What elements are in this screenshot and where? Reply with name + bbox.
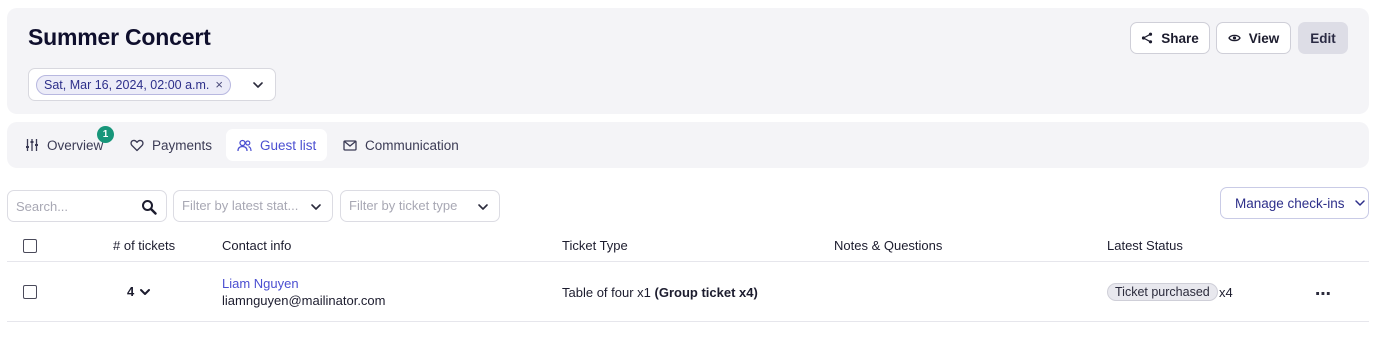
tab-guest-list-label: Guest list [260,137,317,153]
status-badge: Ticket purchased [1107,283,1218,301]
eye-icon [1227,34,1241,42]
ticket-type-filter-dropdown[interactable]: Filter by ticket type [340,190,500,222]
status-count: x4 [1219,285,1233,300]
view-button[interactable]: View [1216,22,1291,54]
column-contact-info[interactable]: Contact info [222,238,291,253]
table-row[interactable]: 4 Liam Nguyen liamnguyen@mailinator.com … [7,262,1369,322]
select-all-checkbox[interactable] [23,239,37,253]
chevron-down-icon [140,288,151,295]
date-chip[interactable]: Sat, Mar 16, 2024, 02:00 a.m. × [36,75,231,95]
column-latest-status[interactable]: Latest Status [1107,238,1183,253]
more-options-icon[interactable]: ⋯ [1315,284,1332,304]
tab-payments-label: Payments [152,137,213,153]
search-icon[interactable] [141,199,157,215]
search-input[interactable] [16,191,136,221]
ticket-type: Table of four x1 (Group ticket x4) [562,285,758,300]
chevron-down-icon [1354,200,1365,206]
event-header: Summer Concert Sat, Mar 16, 2024, 02:00 … [7,8,1369,114]
share-button[interactable]: Share [1130,22,1210,54]
column-notes[interactable]: Notes & Questions [834,238,942,253]
edit-button[interactable]: Edit [1298,22,1348,54]
share-icon [1142,32,1153,44]
mail-icon [343,139,357,151]
ticket-count: 4 [127,284,135,299]
ticket-filter-placeholder: Filter by ticket type [349,198,458,213]
date-chip-label: Sat, Mar 16, 2024, 02:00 a.m. [44,78,210,92]
overview-notification-badge: 1 [97,126,114,143]
edit-label: Edit [1310,30,1336,46]
chevron-down-icon [478,204,488,210]
share-label: Share [1161,30,1199,46]
row-checkbox[interactable] [23,285,37,299]
event-title: Summer Concert [28,24,211,50]
manage-check-ins-button[interactable]: Manage check-ins [1220,187,1369,219]
ticket-count-toggle[interactable]: 4 [127,284,152,299]
tab-bar: Overview Payments Guest list Communicati… [7,122,1369,168]
tab-communication-label: Communication [365,137,459,153]
column-tickets[interactable]: # of tickets [113,238,175,253]
sliders-icon [26,139,38,151]
chevron-down-icon[interactable] [251,78,265,92]
table-header: # of tickets Contact info Ticket Type No… [7,228,1369,262]
ticket-group: (Group ticket x4) [654,285,758,300]
contact-email: liamnguyen@mailinator.com [222,293,386,308]
chevron-down-icon [311,204,321,210]
heart-icon [130,139,144,151]
view-label: View [1248,30,1280,46]
ticket-type-name: Table of four x1 [562,285,651,300]
status-filter-dropdown[interactable]: Filter by latest stat... [173,190,333,222]
remove-date-icon[interactable]: × [215,76,223,94]
tab-overview-label: Overview [47,137,104,153]
tab-communication[interactable]: Communication [332,129,470,161]
users-icon [237,139,252,151]
contact-name-link[interactable]: Liam Nguyen [222,276,299,291]
search-field[interactable] [7,190,167,222]
manage-check-ins-label: Manage check-ins [1235,195,1345,211]
status-filter-placeholder: Filter by latest stat... [182,198,299,213]
tab-guest-list[interactable]: Guest list [226,129,328,161]
date-selector[interactable]: Sat, Mar 16, 2024, 02:00 a.m. × [28,68,276,101]
column-ticket-type[interactable]: Ticket Type [562,238,628,253]
tab-payments[interactable]: Payments [119,129,223,161]
